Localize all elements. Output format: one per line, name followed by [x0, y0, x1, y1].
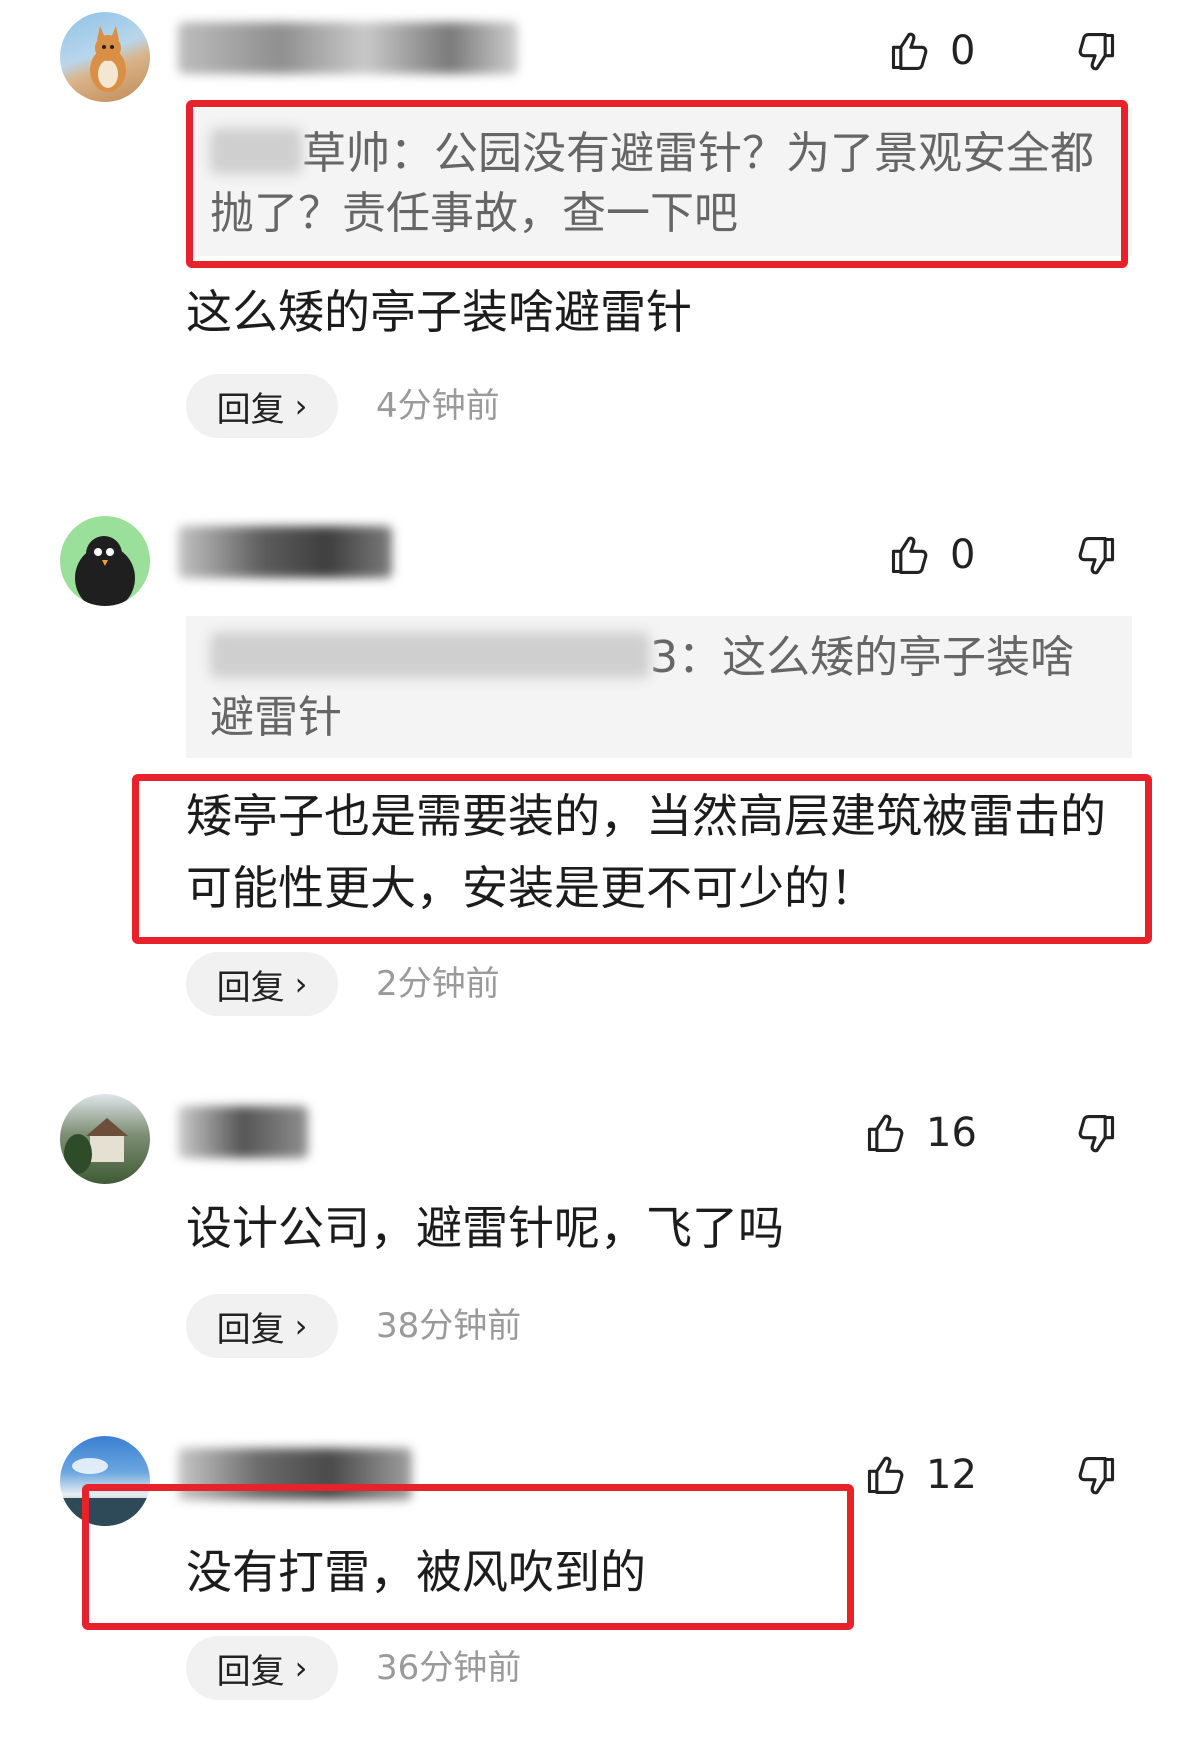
timestamp: 38分钟前	[376, 1306, 522, 1346]
like-button[interactable]: 0	[888, 28, 975, 74]
comment-text: 这么矮的亭子装啥避雷针	[186, 285, 692, 339]
like-count: 0	[950, 532, 976, 578]
thumbs-up-icon	[864, 1453, 908, 1497]
username-redacted[interactable]	[178, 1106, 308, 1158]
comment-text: 矮亭子也是需要装的，当然高层建筑被雷击的可能性更大，安装是更不可少的！	[186, 789, 1106, 915]
username-redacted[interactable]	[178, 526, 392, 578]
chevron-right-icon: ›	[294, 965, 308, 1003]
bird-avatar-icon	[75, 536, 135, 606]
dislike-button[interactable]	[1074, 534, 1118, 582]
reply-button[interactable]: 回复 ›	[186, 952, 338, 1016]
house-avatar-icon	[64, 1118, 128, 1174]
chevron-right-icon: ›	[294, 387, 308, 425]
quoted-username-redacted	[210, 128, 302, 174]
like-count: 16	[926, 1110, 977, 1156]
avatar[interactable]	[60, 1436, 150, 1526]
quoted-username-redacted	[210, 632, 650, 678]
thumbs-down-icon	[1074, 30, 1118, 74]
dislike-button[interactable]	[1074, 1454, 1118, 1502]
thumbs-down-icon	[1074, 534, 1118, 578]
like-button[interactable]: 16	[864, 1110, 977, 1156]
avatar[interactable]	[60, 516, 150, 606]
thumbs-up-icon	[864, 1111, 908, 1155]
chevron-right-icon: ›	[294, 1649, 308, 1687]
comment-text: 设计公司，避雷针呢，飞了吗	[186, 1201, 784, 1255]
reply-label: 回复	[216, 1651, 285, 1692]
like-button[interactable]: 12	[864, 1452, 977, 1498]
thumbs-down-icon	[1074, 1112, 1118, 1156]
reply-label: 回复	[216, 1309, 285, 1350]
sky-avatar-icon	[60, 1458, 150, 1526]
quoted-text: 草帅：公园没有避雷针？为了景观安全都抛了？责任事故，查一下吧	[210, 128, 1094, 239]
reply-label: 回复	[216, 389, 285, 430]
reply-label: 回复	[216, 967, 285, 1008]
dog-avatar-icon	[90, 26, 126, 92]
username-redacted[interactable]	[178, 1448, 412, 1500]
reply-button[interactable]: 回复 ›	[186, 374, 338, 438]
chevron-right-icon: ›	[294, 1307, 308, 1345]
username-redacted[interactable]	[178, 22, 518, 74]
timestamp: 36分钟前	[376, 1648, 522, 1688]
like-count: 0	[950, 28, 976, 74]
comment-text: 没有打雷，被风吹到的	[186, 1545, 646, 1599]
timestamp: 2分钟前	[376, 964, 500, 1004]
avatar[interactable]	[60, 12, 150, 102]
reply-button[interactable]: 回复 ›	[186, 1636, 338, 1700]
thumbs-down-icon	[1074, 1454, 1118, 1498]
thumbs-up-icon	[888, 533, 932, 577]
reply-button[interactable]: 回复 ›	[186, 1294, 338, 1358]
quoted-comment[interactable]: 草帅：公园没有避雷针？为了景观安全都抛了？责任事故，查一下吧	[186, 108, 1132, 256]
dislike-button[interactable]	[1074, 1112, 1118, 1160]
avatar[interactable]	[60, 1094, 150, 1184]
dislike-button[interactable]	[1074, 30, 1118, 78]
like-button[interactable]: 0	[888, 532, 975, 578]
quoted-comment[interactable]: 3：这么矮的亭子装啥避雷针	[186, 616, 1132, 758]
like-count: 12	[926, 1452, 977, 1498]
thumbs-up-icon	[888, 29, 932, 73]
timestamp: 4分钟前	[376, 386, 500, 426]
